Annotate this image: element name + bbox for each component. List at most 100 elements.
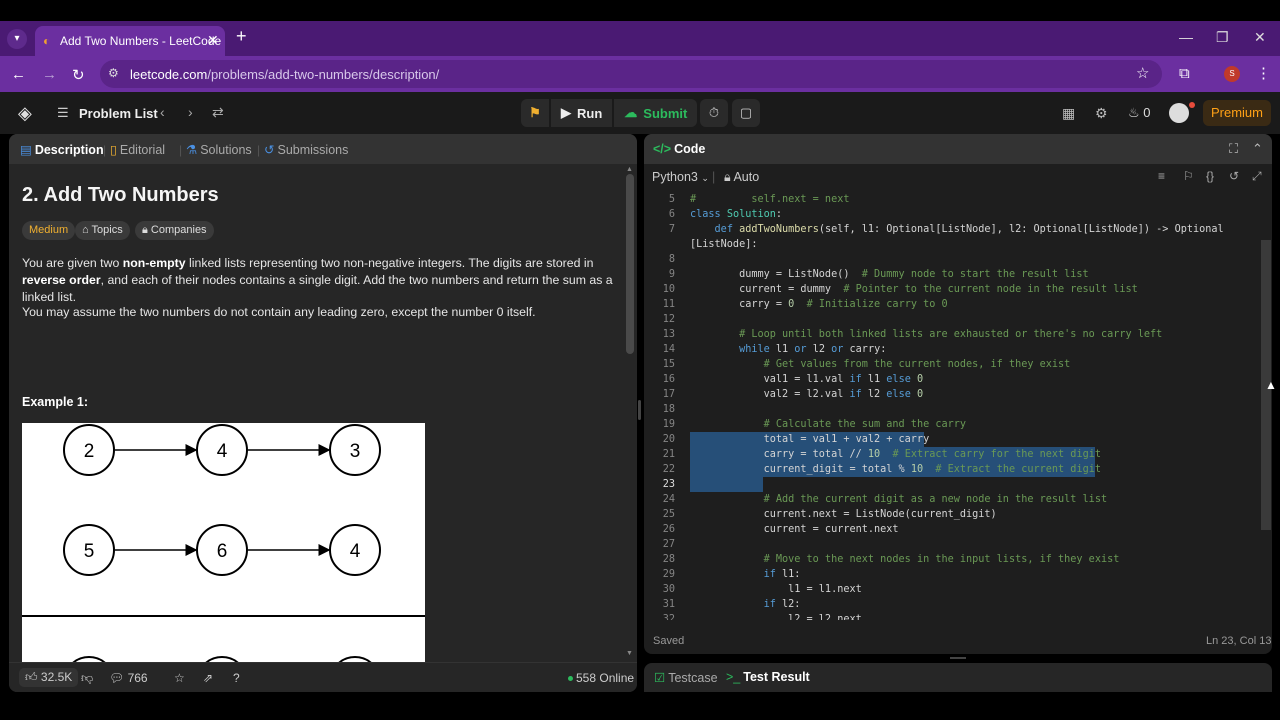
code-line[interactable]: 30 l1 = l1.next bbox=[644, 582, 1260, 597]
code-line[interactable]: 24 # Add the current digit as a new node… bbox=[644, 492, 1260, 507]
code-line[interactable]: 13 # Loop until both linked lists are ex… bbox=[644, 327, 1260, 342]
tab-search-icon[interactable]: ▾ bbox=[7, 29, 27, 49]
submit-button[interactable]: ☁ Submit bbox=[614, 99, 698, 127]
code-editor[interactable]: 5 # self.next = next 6 class Solution: 7 def… bbox=[644, 190, 1260, 620]
debug-icon[interactable]: ⚑ bbox=[521, 99, 549, 127]
premium-button[interactable]: Premium bbox=[1203, 100, 1271, 126]
editor-scrollbar[interactable] bbox=[1260, 190, 1272, 620]
run-button[interactable]: ▶ Run bbox=[551, 99, 613, 127]
code-line[interactable]: 15 # Get values from the current nodes, … bbox=[644, 357, 1260, 372]
code-line[interactable]: 5 # self.next = next bbox=[644, 192, 1260, 207]
code-line[interactable]: 31 if l2: bbox=[644, 597, 1260, 612]
format-icon[interactable]: ≡ bbox=[1158, 169, 1165, 183]
code-line[interactable]: 32 l2 = l2.next bbox=[644, 612, 1260, 620]
difficulty-badge[interactable]: Medium bbox=[22, 221, 76, 240]
share-icon[interactable]: ⇗ bbox=[203, 671, 213, 685]
code-line[interactable]: 6 class Solution: bbox=[644, 207, 1260, 222]
prev-problem-icon[interactable]: ‹ bbox=[160, 104, 165, 120]
bookmark-icon[interactable]: ⚐ bbox=[1183, 169, 1194, 183]
notes-icon[interactable]: ▢ bbox=[732, 99, 760, 127]
tab-testcase[interactable]: ☑ Testcase bbox=[654, 670, 718, 685]
close-tab-icon[interactable]: ✕ bbox=[207, 32, 219, 49]
code-line[interactable]: 19 # Calculate the sum and the carry bbox=[644, 417, 1260, 432]
tab-solutions[interactable]: ⚗ Solutions bbox=[186, 142, 252, 157]
companies-chip[interactable]: 🔒︎ Companies bbox=[135, 221, 214, 240]
code-text: class Solution: bbox=[690, 209, 783, 220]
shuffle-icon[interactable]: ⇄ bbox=[212, 104, 224, 121]
bookmark-star-icon[interactable]: ☆ bbox=[1136, 64, 1149, 82]
tab-editorial[interactable]: ▯ Editorial bbox=[110, 142, 165, 157]
site-info-icon[interactable]: ⚙ bbox=[108, 66, 119, 80]
code-line[interactable]: 14 while l1 or l2 or carry: bbox=[644, 342, 1260, 357]
topics-chip[interactable]: ⌂ Topics bbox=[75, 221, 130, 240]
address-bar[interactable]: ⚙ leetcode.com/problems/add-two-numbers/… bbox=[100, 60, 1162, 88]
tab-test-result[interactable]: >_ Test Result bbox=[726, 670, 810, 684]
code-line[interactable]: 28 # Move to the next nodes in the input… bbox=[644, 552, 1260, 567]
settings-gear-icon[interactable]: ⚙ bbox=[1095, 105, 1108, 122]
problem-list-link[interactable]: Problem List bbox=[79, 106, 158, 121]
close-window-icon[interactable]: ✕ bbox=[1254, 29, 1266, 46]
code-line[interactable]: 22 current_digit = total % 10 # Extract … bbox=[644, 462, 1260, 477]
new-tab-icon[interactable]: + bbox=[236, 26, 247, 47]
code-line[interactable]: 10 current = dummy # Pointer to the curr… bbox=[644, 282, 1260, 297]
code-line[interactable]: 21 carry = total // 10 # Extract carry f… bbox=[644, 447, 1260, 462]
comments-button[interactable]: 💬︎ 766 bbox=[109, 671, 148, 685]
user-avatar[interactable] bbox=[1169, 103, 1189, 123]
code-line[interactable]: 25 current.next = ListNode(current_digit… bbox=[644, 507, 1260, 522]
profile-avatar[interactable]: S bbox=[1224, 66, 1240, 82]
collapse-icon[interactable]: ⌃ bbox=[1252, 141, 1263, 157]
like-button[interactable]: 👍︎ 32.5K bbox=[19, 668, 79, 687]
code-line[interactable]: 18 bbox=[644, 402, 1260, 417]
code-line[interactable]: 7 def addTwoNumbers(self, l1: Optional[L… bbox=[644, 222, 1260, 237]
code-line[interactable]: 8 bbox=[644, 252, 1260, 267]
back-icon[interactable]: ← bbox=[11, 66, 26, 83]
help-icon[interactable]: ? bbox=[233, 671, 240, 685]
browser-menu-icon[interactable]: ⋮ bbox=[1256, 64, 1271, 82]
scrollbar-thumb[interactable] bbox=[626, 174, 634, 354]
timer-icon[interactable]: ⏱ bbox=[700, 99, 728, 127]
minimize-icon[interactable]: — bbox=[1179, 29, 1193, 45]
forward-icon[interactable]: → bbox=[42, 66, 57, 83]
code-tab[interactable]: </> Code bbox=[653, 142, 705, 156]
tab-separator: | bbox=[179, 143, 183, 157]
selection-highlight bbox=[690, 477, 763, 492]
code-line[interactable]: 12 bbox=[644, 312, 1260, 327]
language-select[interactable]: Python3 ⌄ bbox=[652, 170, 709, 184]
next-problem-icon[interactable]: › bbox=[188, 104, 193, 120]
code-line[interactable]: 17 val2 = l2.val if l2 else 0 bbox=[644, 387, 1260, 402]
code-line[interactable]: 26 current = current.next bbox=[644, 522, 1260, 537]
maximize-icon[interactable]: ⛶ bbox=[1229, 141, 1238, 157]
language-label: Python3 bbox=[652, 170, 698, 184]
braces-icon[interactable]: {} bbox=[1206, 169, 1214, 183]
code-line[interactable]: 11 carry = 0 # Initialize carry to 0 bbox=[644, 297, 1260, 312]
dislike-icon[interactable]: 👎︎ bbox=[81, 671, 93, 686]
description-scrollbar[interactable]: ▲ ▼ bbox=[623, 164, 637, 662]
comment-icon: 💬︎ bbox=[109, 671, 125, 685]
code-line[interactable]: 20 total = val1 + val2 + carry bbox=[644, 432, 1260, 447]
leetcode-header: ◈ ☰ Problem List ‹ › ⇄ ⚑ ▶ Run ☁ Submit ⏱ … bbox=[0, 92, 1280, 134]
fullscreen-icon[interactable]: ⤢ bbox=[1252, 169, 1262, 184]
restore-icon[interactable]: ❐ bbox=[1216, 29, 1229, 46]
streak-counter[interactable]: ♨ 0 bbox=[1128, 105, 1151, 121]
code-line[interactable]: [ListNode]: bbox=[644, 237, 1260, 252]
layout-icon[interactable]: ▦ bbox=[1062, 105, 1075, 122]
extensions-icon[interactable]: ⧉ bbox=[1179, 65, 1190, 82]
leetcode-logo-icon[interactable]: ◈ bbox=[18, 103, 32, 124]
browser-tab[interactable]: ◐ Add Two Numbers - LeetCode ✕ bbox=[35, 26, 225, 56]
code-line[interactable]: 23 bbox=[644, 477, 1260, 492]
list-icon[interactable]: ☰ bbox=[57, 105, 69, 121]
auto-mode-toggle[interactable]: 🔒︎ Auto bbox=[724, 170, 759, 185]
panel-resize-handle[interactable] bbox=[638, 400, 641, 420]
tab-description[interactable]: ▤ Description bbox=[20, 142, 104, 157]
code-line[interactable]: 9 dummy = ListNode() # Dummy node to sta… bbox=[644, 267, 1260, 282]
reload-icon[interactable]: ↻ bbox=[72, 66, 85, 84]
tag-icon: ⌂ bbox=[82, 224, 89, 236]
description-panel: ▤ Description | ▯ Editorial | ⚗ Solutions |… bbox=[9, 134, 637, 692]
favorite-star-icon[interactable]: ☆ bbox=[174, 671, 185, 685]
code-line[interactable]: 16 val1 = l1.val if l1 else 0 bbox=[644, 372, 1260, 387]
code-line[interactable]: 29 if l1: bbox=[644, 567, 1260, 582]
tab-submissions[interactable]: ↺ Submissions bbox=[264, 142, 348, 157]
vertical-resize-handle[interactable] bbox=[950, 657, 966, 659]
reset-icon[interactable]: ↺ bbox=[1229, 169, 1239, 183]
code-line[interactable]: 27 bbox=[644, 537, 1260, 552]
